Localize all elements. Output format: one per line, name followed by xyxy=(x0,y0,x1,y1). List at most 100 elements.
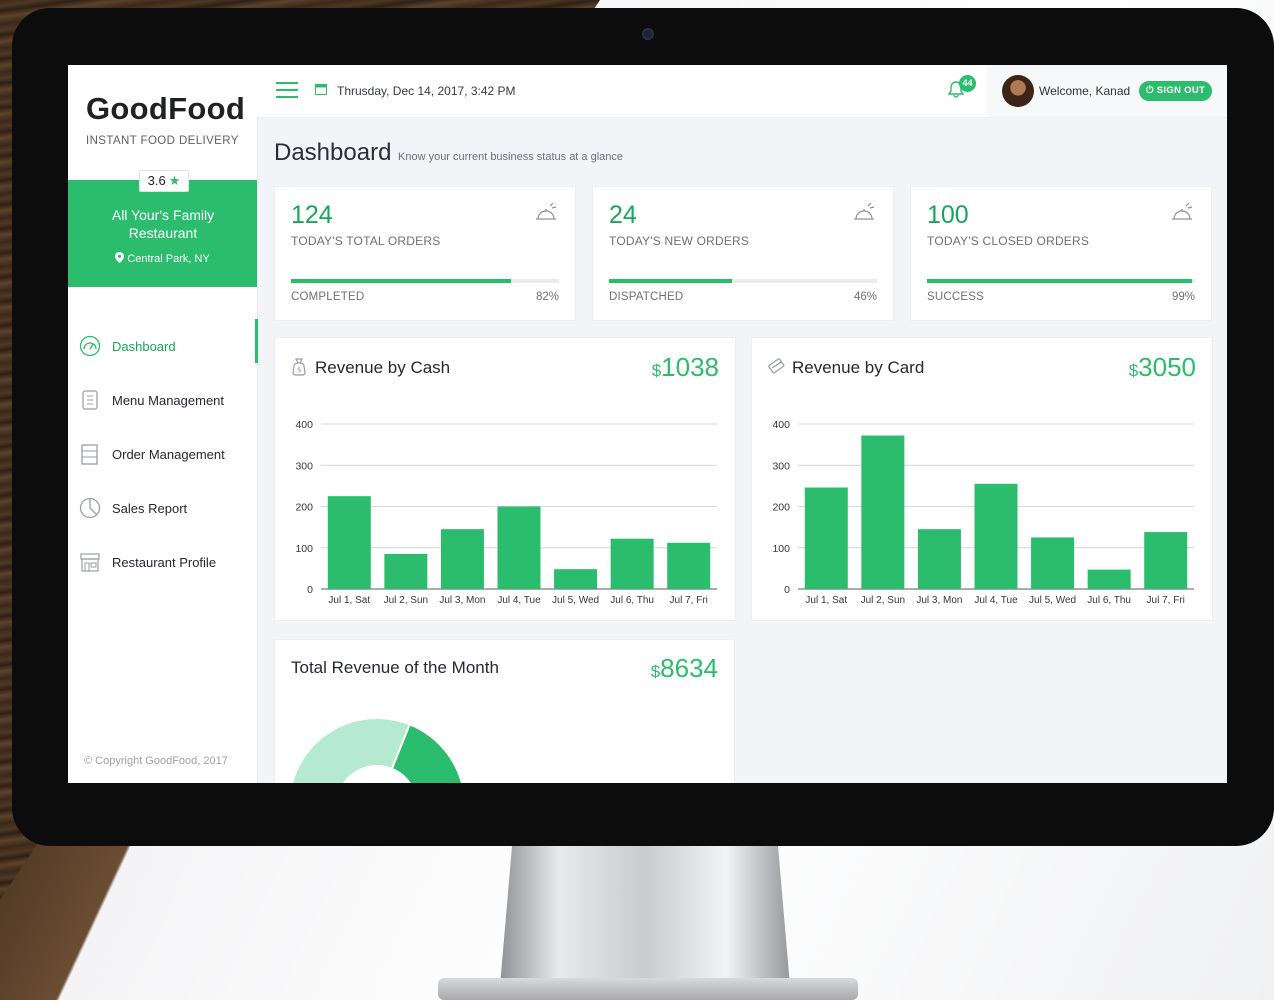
sidebar-item-menu-management[interactable]: Menu Management xyxy=(68,373,257,427)
stat-percent: 99% xyxy=(1171,291,1195,303)
revenue-cash-card: $ Revenue by Cash $1038 0 100 200 300 400 Jul… xyxy=(274,337,736,621)
food-cloche-icon xyxy=(854,202,875,220)
restaurant-card: 3.6 ★ All Your's Family Restaurant Centra… xyxy=(68,170,257,287)
x-tick-label: Jul 7, Fri xyxy=(1147,595,1185,606)
x-tick-label: Jul 3, Mon xyxy=(439,595,485,606)
sidebar-item-restaurant-profile[interactable]: Restaurant Profile xyxy=(68,535,257,589)
bar[interactable] xyxy=(1087,569,1131,589)
copyright-text: © Copyright GoodFood, 2017 xyxy=(84,755,228,767)
stat-label: TODAY'S TOTAL ORDERS xyxy=(291,234,441,248)
y-tick-label: 400 xyxy=(772,419,790,431)
progress-fill xyxy=(927,279,1193,283)
stat-label: TODAY'S CLOSED ORDERS xyxy=(927,234,1090,248)
x-tick-label: Jul 1, Sat xyxy=(328,595,370,606)
y-tick-label: 100 xyxy=(295,543,313,555)
stat-value: 100 xyxy=(927,201,969,229)
stat-percent: 82% xyxy=(535,291,559,303)
app-screen: GoodFood INSTANT FOOD DELIVERY 3.6 ★ All … xyxy=(68,65,1227,783)
current-datetime: Thrusday, Dec 14, 2017, 3:42 PM xyxy=(337,84,516,98)
calendar-icon xyxy=(315,83,327,98)
bar[interactable] xyxy=(861,435,905,589)
sidebar-item-dashboard[interactable]: Dashboard xyxy=(68,319,258,373)
x-tick-label: Jul 5, Wed xyxy=(1029,595,1076,606)
avatar[interactable] xyxy=(1002,75,1034,107)
page-subtitle: Know your current business status at a g… xyxy=(398,151,624,163)
total-revenue-card: Total Revenue of the Month $8634 xyxy=(274,639,735,783)
order-list-icon xyxy=(78,442,102,466)
x-tick-label: Jul 5, Wed xyxy=(552,595,599,606)
sidebar-item-label: Dashboard xyxy=(112,338,176,354)
sign-out-button[interactable]: ⏻ SIGN OUT xyxy=(1139,81,1213,101)
restaurant-name: All Your's Family Restaurant xyxy=(111,207,215,241)
welcome-text: Welcome, Kanad xyxy=(1039,84,1131,98)
stat-footer-label: COMPLETED xyxy=(291,291,365,303)
stat-percent: 46% xyxy=(853,291,877,303)
storefront-icon xyxy=(78,550,102,574)
x-tick-label: Jul 2, Sun xyxy=(861,595,905,606)
bar[interactable] xyxy=(1144,532,1188,589)
total-revenue-donut-chart xyxy=(291,717,463,783)
bar[interactable] xyxy=(384,553,428,589)
bar[interactable] xyxy=(554,569,598,589)
x-tick-label: Jul 3, Mon xyxy=(916,595,962,606)
brand-tagline: INSTANT FOOD DELIVERY xyxy=(86,135,239,147)
hamburger-menu-icon[interactable] xyxy=(276,82,298,98)
x-tick-label: Jul 7, Fri xyxy=(670,595,708,606)
notification-count-badge: 44 xyxy=(959,75,976,92)
topbar: Thrusday, Dec 14, 2017, 3:42 PM 44 Welco… xyxy=(257,65,1227,118)
y-tick-label: 100 xyxy=(772,543,790,555)
pie-chart-icon xyxy=(78,496,102,520)
progress-track xyxy=(291,279,559,283)
x-tick-label: Jul 2, Sun xyxy=(384,595,428,606)
y-tick-label: 200 xyxy=(295,502,313,514)
sidebar-item-order-management[interactable]: Order Management xyxy=(68,427,257,481)
revenue-card-bar-chart: 0 100 200 300 400 Jul 1, Sat Jul 2, Sun Jul 3, … xyxy=(772,419,1194,606)
sidebar-item-label: Sales Report xyxy=(112,500,188,516)
bar[interactable] xyxy=(497,506,541,590)
camera-icon xyxy=(642,28,654,40)
x-tick-label: Jul 4, Tue xyxy=(497,595,541,606)
food-cloche-icon xyxy=(1172,202,1193,220)
bar[interactable] xyxy=(974,483,1018,589)
food-cloche-icon xyxy=(536,202,557,220)
power-icon: ⏻ xyxy=(1146,85,1154,96)
bar[interactable] xyxy=(917,529,961,589)
stat-card-closed-orders: 100 TODAY'S CLOSED ORDERS SUCCESS 99% xyxy=(910,186,1212,321)
page-title: Dashboard xyxy=(274,139,392,166)
sidebar-item-sales-report[interactable]: Sales Report xyxy=(68,481,257,535)
y-tick-label: 300 xyxy=(295,460,313,472)
sidebar: GoodFood INSTANT FOOD DELIVERY 3.6 ★ All … xyxy=(68,65,258,783)
location-text: Central Park, NY xyxy=(127,253,210,265)
location-pin-icon xyxy=(115,252,127,265)
bar[interactable] xyxy=(610,538,654,589)
sidebar-nav: Dashboard Menu Management Order Manageme… xyxy=(68,319,258,589)
x-tick-label: Jul 6, Thu xyxy=(1087,595,1131,606)
bar[interactable] xyxy=(667,542,711,589)
sidebar-item-label: Menu Management xyxy=(112,392,225,408)
stat-footer-label: DISPATCHED xyxy=(609,291,684,303)
menu-card-icon xyxy=(78,388,102,412)
stat-card-total-orders: 124 TODAY'S TOTAL ORDERS COMPLETED 82% xyxy=(274,186,576,321)
stat-label: TODAY'S NEW ORDERS xyxy=(609,234,750,248)
bar[interactable] xyxy=(804,487,848,589)
revenue-cash-bar-chart: 0 100 200 300 400 Jul 1, Sat Jul 2, Sun Jul 3, … xyxy=(295,419,717,606)
bar[interactable] xyxy=(1031,537,1075,589)
rating-value: 3.6 xyxy=(147,173,166,188)
stat-value: 124 xyxy=(291,201,333,229)
progress-fill xyxy=(291,279,511,283)
brand-logo[interactable]: GoodFood xyxy=(86,91,245,127)
x-tick-label: Jul 6, Thu xyxy=(610,595,654,606)
x-tick-label: Jul 4, Tue xyxy=(974,595,1018,606)
revenue-card-card: Revenue by Card $3050 0 100 200 300 400 Jul 1… xyxy=(751,337,1213,621)
stat-footer-label: SUCCESS xyxy=(927,291,984,303)
monitor-base xyxy=(438,978,858,1000)
y-tick-label: 300 xyxy=(772,460,790,472)
restaurant-location: Central Park, NY xyxy=(68,252,257,265)
star-icon: ★ xyxy=(168,173,181,188)
x-tick-label: Jul 1, Sat xyxy=(805,595,847,606)
sign-out-label: SIGN OUT xyxy=(1156,85,1206,96)
y-tick-label: 200 xyxy=(772,502,790,514)
y-tick-label: 0 xyxy=(307,584,313,596)
bar[interactable] xyxy=(440,529,484,589)
bar[interactable] xyxy=(327,496,371,589)
